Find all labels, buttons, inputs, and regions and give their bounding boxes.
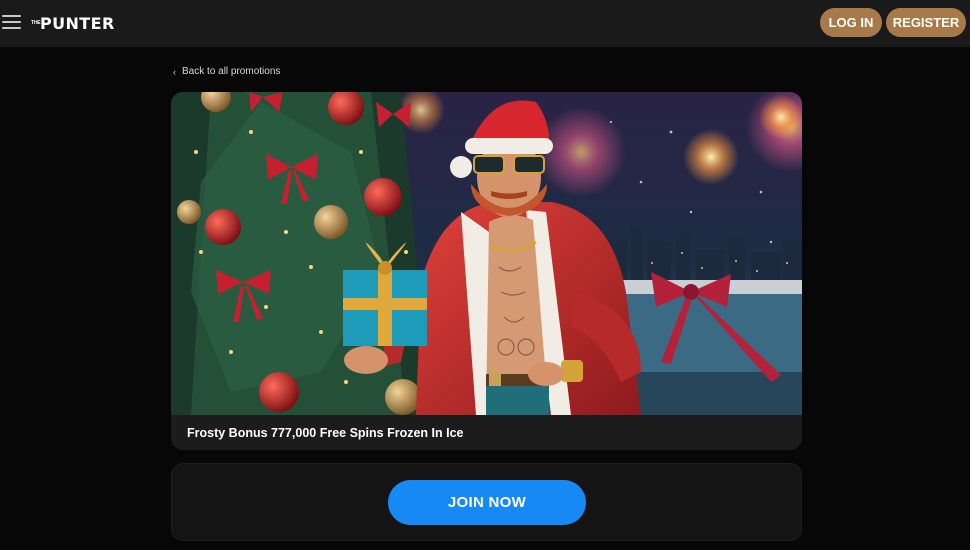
chevron-left-icon: ‹ [173, 66, 176, 77]
back-link-label: Back to all promotions [182, 66, 281, 77]
join-panel: JOIN NOW [171, 463, 802, 541]
brand-logo[interactable]: THE PUNTER [31, 13, 115, 33]
top-bar: THE PUNTER LOG IN REGISTER [0, 0, 970, 47]
promo-title: Frosty Bonus 777,000 Free Spins Frozen I… [171, 415, 802, 450]
promo-banner-image [171, 92, 802, 415]
back-to-promotions-link[interactable]: ‹ Back to all promotions [173, 66, 280, 77]
hamburger-menu-icon[interactable] [2, 13, 22, 31]
login-button[interactable]: LOG IN [820, 8, 882, 37]
promo-card: Frosty Bonus 777,000 Free Spins Frozen I… [171, 92, 802, 450]
join-now-button[interactable]: JOIN NOW [388, 480, 586, 525]
register-button[interactable]: REGISTER [886, 8, 966, 37]
logo-prefix: THE [31, 19, 41, 26]
logo-wordmark: PUNTER [40, 13, 115, 33]
